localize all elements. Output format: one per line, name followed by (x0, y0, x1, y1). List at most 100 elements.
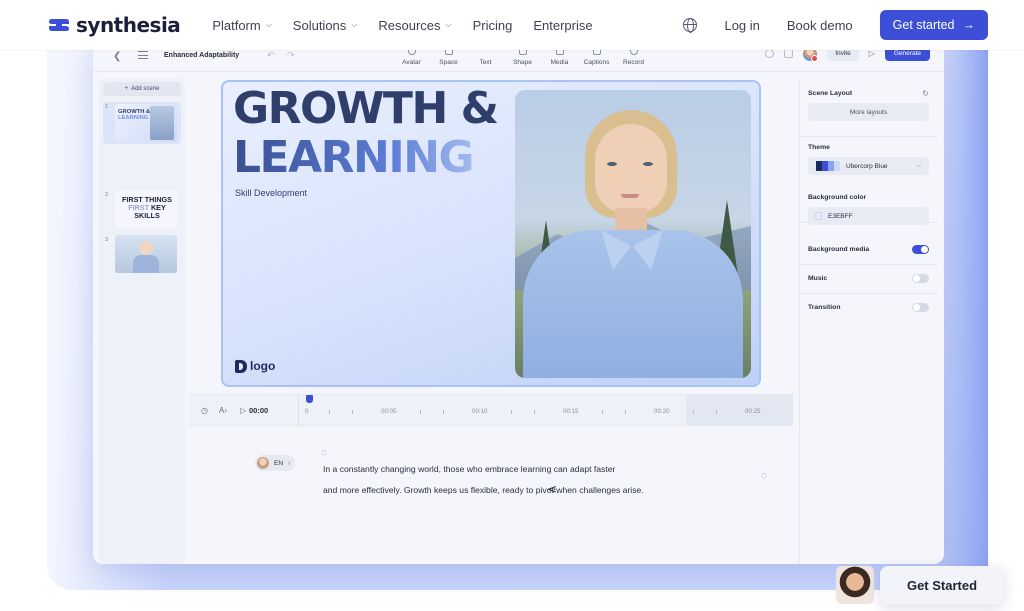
background-color-label: Background color (808, 194, 867, 201)
nav-platform-label: Platform (212, 17, 261, 33)
playhead[interactable] (306, 395, 313, 403)
background-color-value: E3EBFF (828, 212, 853, 220)
back-icon[interactable]: ❮ (113, 51, 121, 62)
project-title[interactable]: Enhanced Adaptability (164, 52, 239, 59)
voice-icon[interactable]: A› (219, 406, 227, 415)
theme-value: Ubercorp Blue (846, 162, 888, 170)
scene-title-line3: SKILLS (134, 211, 160, 220)
music-toggle[interactable] (912, 274, 929, 283)
scene-avatar-image (150, 106, 174, 140)
nav-solutions-label: Solutions (292, 17, 347, 33)
scene-canvas[interactable]: GROWTH & LEARNING Skill Development logo (221, 80, 761, 387)
chat-get-started-button[interactable]: Get Started (880, 566, 1004, 604)
scene-number: 2 (105, 192, 109, 198)
divider (800, 136, 937, 137)
canvas-logo[interactable]: logo (235, 359, 275, 373)
nav-enterprise-label: Enterprise (533, 17, 593, 33)
nav-pricing[interactable]: Pricing (473, 18, 513, 33)
tool-captions-label: Captions (583, 59, 610, 66)
scene-thumbnail-3[interactable]: 3 (103, 235, 181, 277)
undo-icon[interactable]: ↶ (267, 50, 275, 61)
music-section: Music (808, 274, 929, 283)
nav-resources-label: Resources (378, 17, 441, 33)
avatar-mouth (621, 194, 639, 198)
scene-title-line2: LEARNING (118, 115, 149, 121)
main-nav: Platform ⌵ Solutions ⌵ Resources ⌵ Pricing … (212, 18, 592, 33)
scene-layout-label: Scene Layout (808, 90, 853, 97)
menu-icon[interactable] (138, 51, 148, 59)
play-icon[interactable]: ▷ (240, 406, 246, 415)
play-icon[interactable]: ▷ (869, 49, 875, 58)
background-media-label: Background media (808, 246, 870, 253)
tick-mark (420, 410, 421, 414)
nav-platform[interactable]: Platform ⌵ (212, 18, 271, 33)
language-selector[interactable]: EN › (255, 455, 296, 471)
get-started-label: Get started (892, 18, 955, 32)
theme-select[interactable]: Ubercorp Blue ⌵ (808, 157, 929, 175)
marker-icon[interactable]: ◯ (321, 450, 327, 456)
canvas-headline[interactable]: GROWTH & LEARNING (233, 84, 499, 182)
redo-icon[interactable]: ↷ (287, 50, 295, 61)
clock-icon[interactable]: ◷ (201, 406, 208, 415)
book-demo-link[interactable]: Book demo (787, 18, 853, 33)
scene-title: FIRST THINGS FIRST KEY SKILLS (118, 196, 176, 220)
scene-thumbnail-1[interactable]: 1 GROWTH & LEARNING (103, 102, 181, 144)
scene-thumbnail-2[interactable]: 2 FIRST THINGS FIRST KEY SKILLS (103, 190, 181, 232)
tick-mark (602, 410, 603, 414)
chevron-right-icon: › (288, 459, 291, 467)
tool-text-label: Text (479, 59, 492, 66)
notes-icon[interactable] (784, 49, 794, 58)
scene-preview: GROWTH & LEARNING (115, 104, 177, 142)
background-color-section: Background color E3EBFF (808, 194, 929, 225)
refresh-icon[interactable]: ↻ (922, 89, 929, 98)
script-line-2: and more effectively. Growth keeps us fl… (323, 485, 644, 495)
script-text[interactable]: In a constantly changing world, those wh… (323, 459, 683, 501)
tool-record-label: Record (623, 59, 644, 66)
scene-number: 3 (105, 237, 109, 243)
nav-pricing-label: Pricing (472, 17, 513, 33)
background-color-input[interactable]: E3EBFF (808, 207, 929, 225)
headline-line2: LEARNING (233, 133, 497, 182)
tick-label: 00:25 (745, 408, 761, 415)
canvas-subtitle[interactable]: Skill Development (235, 188, 307, 198)
avatar-video-frame[interactable] (515, 90, 751, 378)
globe-icon[interactable] (683, 18, 698, 33)
add-scene-label: Add scene (131, 86, 160, 92)
script-line-1: In a constantly changing world, those wh… (323, 464, 616, 474)
transition-toggle[interactable] (912, 303, 929, 312)
scene-title: GROWTH & LEARNING (118, 109, 150, 121)
background-media-section: Background media (808, 245, 929, 254)
text-cursor-icon: ⋖ (547, 482, 558, 496)
script-editor[interactable]: EN › ◯ ◯ In a constantly changing world,… (189, 427, 793, 564)
nav-solutions[interactable]: Solutions ⌵ (293, 18, 358, 33)
nav-enterprise[interactable]: Enterprise (533, 18, 592, 33)
get-started-button[interactable]: Get started → (879, 10, 988, 40)
tool-media-label: Media (550, 59, 569, 66)
tool-shape-label: Shape (513, 59, 532, 66)
chat-widget[interactable]: Get Started (836, 566, 1004, 604)
more-layouts-button[interactable]: More layouts (808, 103, 929, 121)
theme-swatches (816, 161, 840, 171)
add-scene-button[interactable]: + Add scene (103, 82, 181, 96)
timeline[interactable]: ◷ A› ▷ 00:00 0 00:05 00:10 00:15 00:20 0… (189, 394, 793, 427)
nav-actions: Log in Book demo Get started → (683, 10, 988, 40)
tick-label: 00:10 (472, 408, 488, 415)
swatch (834, 161, 840, 171)
chevron-down-icon: ⌵ (445, 20, 452, 29)
tool-avatar-label: Avatar (402, 59, 421, 66)
divider (800, 264, 937, 265)
nav-resources[interactable]: Resources ⌵ (378, 18, 451, 33)
color-swatch (814, 212, 822, 220)
login-link[interactable]: Log in (724, 18, 759, 33)
tick-mark (625, 410, 626, 414)
theme-label: Theme (808, 144, 830, 151)
avatar-shirt (523, 230, 743, 378)
scene-preview: FIRST THINGS FIRST KEY SKILLS (115, 190, 177, 228)
tool-space-label: Space (439, 59, 458, 66)
logo-icon (235, 359, 247, 373)
comment-icon[interactable] (765, 49, 775, 58)
background-media-toggle[interactable] (912, 245, 929, 254)
tick-label: 0 (305, 408, 309, 415)
marker-icon[interactable]: ◯ (761, 473, 767, 479)
brand-logo[interactable]: synthesia (48, 13, 181, 37)
